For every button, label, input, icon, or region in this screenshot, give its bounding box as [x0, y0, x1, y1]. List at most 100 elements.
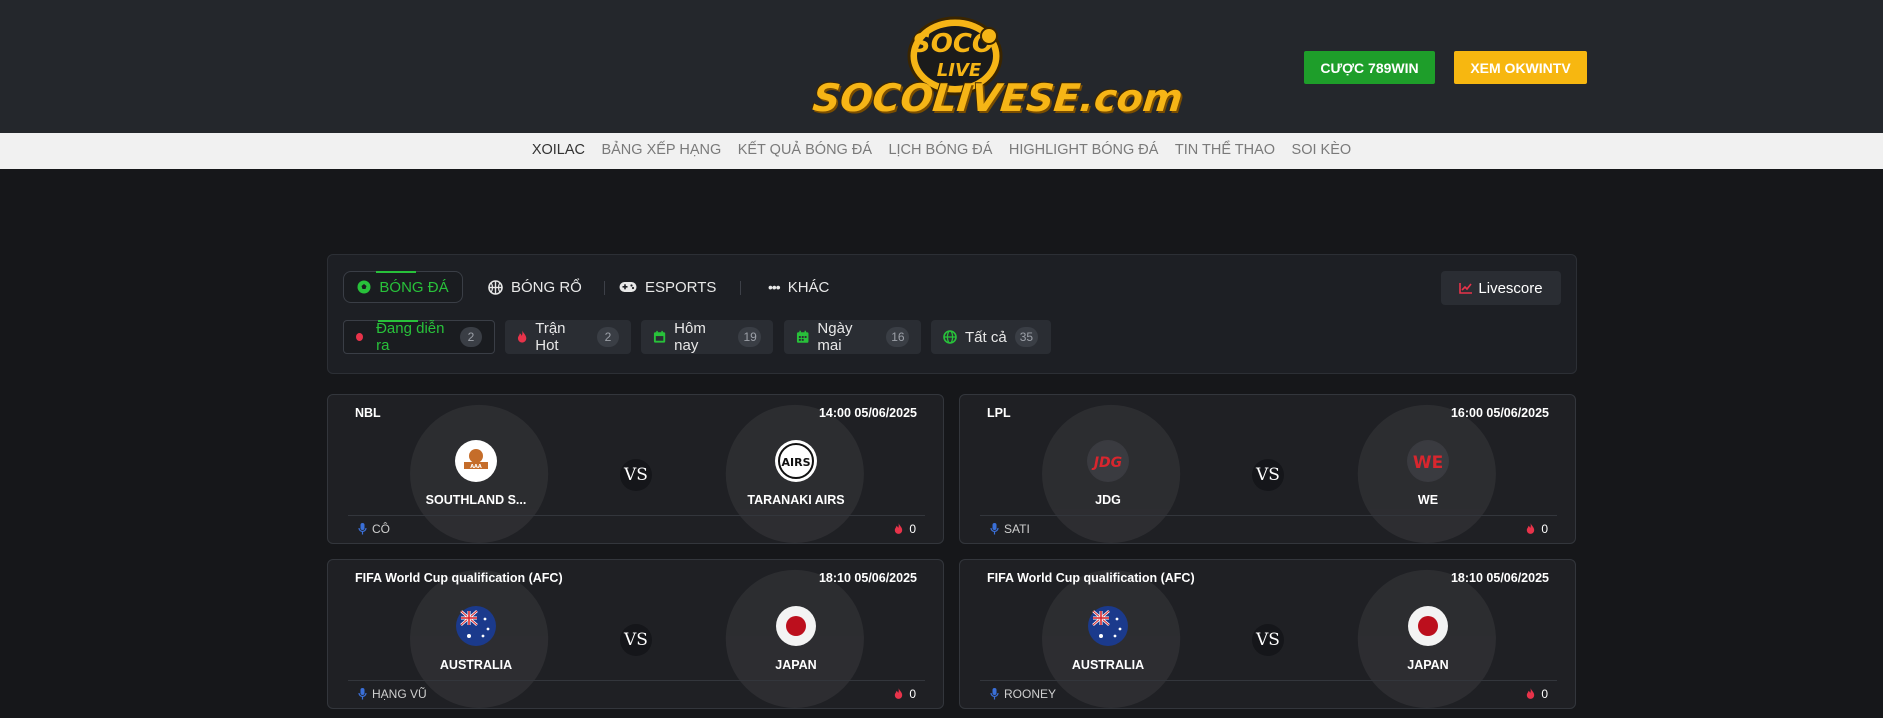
commentator-name: ROONEY	[1004, 687, 1057, 701]
jdg-logo-text: JDG	[1091, 455, 1122, 471]
nav-item-sports-news[interactable]: TIN THỂ THAO	[1175, 133, 1275, 168]
microphone-icon	[358, 523, 367, 535]
match-filter-panel: BÓNG ĐÁ BÓNG RỔ ESPORTS ••• KHÁC Livesco…	[327, 254, 1577, 374]
nav-item-xoilac[interactable]: XOILAC	[532, 133, 585, 168]
match-time: 18:10 05/06/2025	[1450, 571, 1549, 585]
match-card[interactable]: NBL 14:00 05/06/2025 AAA AIRS SOUTHLAND …	[327, 394, 944, 544]
commentator-name: SATI	[1004, 522, 1030, 536]
filter-today[interactable]: Hôm nay 19	[641, 320, 773, 354]
taranaki-logo-text: AIRS	[782, 456, 811, 469]
card-footer: CÔ 0	[348, 515, 925, 539]
fire-icon	[895, 688, 903, 699]
filter-tomorrow-label: Ngày mai	[817, 320, 853, 354]
match-card[interactable]: FIFA World Cup qualification (AFC) 18:10…	[327, 559, 944, 709]
match-time: 16:00 05/06/2025	[1450, 406, 1549, 420]
australia-flag-icon	[1087, 605, 1129, 647]
match-card[interactable]: FIFA World Cup qualification (AFC) 18:10…	[959, 559, 1576, 709]
filter-hot-label: Trận Hot	[535, 320, 566, 354]
fire-icon	[1527, 688, 1535, 699]
livescore-button[interactable]: Livescore	[1441, 271, 1561, 305]
home-team-name: AUSTRALIA	[439, 658, 513, 672]
viewer-count: 0	[894, 687, 916, 701]
match-time: 14:00 05/06/2025	[818, 406, 917, 420]
commentator: CÔ	[358, 522, 390, 536]
more-dots-icon: •••	[768, 279, 781, 295]
calendar-icon	[653, 330, 666, 343]
filter-live-count: 2	[460, 327, 482, 347]
home-team-name: JDG	[1095, 493, 1121, 507]
tab-other[interactable]: ••• KHÁC	[768, 271, 829, 303]
commentator-name: HẠNG VŨ	[372, 687, 427, 701]
site-header: SOCO LIVE SOCOLIVESE.com CƯỢC 789WIN XEM…	[0, 0, 1883, 133]
tab-esports[interactable]: ESPORTS	[619, 271, 716, 303]
watch-okwintv-button[interactable]: XEM OKWINTV	[1454, 51, 1587, 84]
filter-live[interactable]: Đang diễn ra 2	[343, 320, 495, 354]
commentator: ROONEY	[990, 687, 1056, 701]
viewer-count-value: 0	[1541, 522, 1548, 536]
bet-789win-button[interactable]: CƯỢC 789WIN	[1304, 51, 1435, 84]
league-name: FIFA World Cup qualification (AFC)	[355, 571, 563, 585]
tab-basketball-label: BÓNG RỔ	[511, 278, 582, 296]
vs-badge: VS	[1252, 624, 1284, 656]
filter-hot[interactable]: Trận Hot 2	[505, 320, 631, 354]
filter-all-count: 35	[1014, 327, 1039, 347]
vs-badge: VS	[620, 459, 652, 491]
viewer-count-value: 0	[909, 522, 916, 536]
commentator: HẠNG VŨ	[358, 687, 427, 701]
vs-badge: VS	[620, 624, 652, 656]
filter-tomorrow[interactable]: Ngày mai 16	[784, 320, 921, 354]
away-team-name: TARANAKI AIRS	[747, 493, 845, 507]
nav-item-schedule[interactable]: LỊCH BÓNG ĐÁ	[888, 133, 992, 168]
tab-football-label: BÓNG ĐÁ	[379, 278, 449, 296]
league-name: FIFA World Cup qualification (AFC)	[987, 571, 1195, 585]
fire-icon	[895, 523, 903, 534]
match-time: 18:10 05/06/2025	[818, 571, 917, 585]
tab-basketball[interactable]: BÓNG RỔ	[488, 271, 582, 303]
main-nav: XOILAC BẢNG XẾP HẠNG KẾT QUẢ BÓNG ĐÁ LỊC…	[0, 133, 1883, 169]
fire-icon	[517, 330, 527, 343]
viewer-count: 0	[1526, 687, 1548, 701]
microphone-icon	[990, 688, 999, 700]
nav-item-predictions[interactable]: SOI KÈO	[1292, 133, 1352, 168]
league-name: NBL	[355, 406, 381, 420]
team-logo-away: WE	[1407, 440, 1449, 482]
microphone-icon	[358, 688, 367, 700]
away-team-name: JAPAN	[1407, 658, 1449, 672]
site-logo[interactable]: SOCO LIVE SOCOLIVESE.com	[805, 14, 1185, 122]
card-footer: SATI 0	[980, 515, 1557, 539]
team-logo-away: AIRS	[775, 440, 817, 482]
calendar-icon	[796, 330, 809, 343]
tab-esports-label: ESPORTS	[645, 278, 717, 296]
viewer-count-value: 0	[909, 687, 916, 701]
card-footer: ROONEY 0	[980, 680, 1557, 704]
gamepad-icon	[619, 282, 637, 292]
away-team-name: WE	[1417, 493, 1439, 507]
logo-wordmark: SOCOLIVESE.com	[810, 76, 1185, 120]
league-name: LPL	[987, 406, 1011, 420]
home-team-name: AUSTRALIA	[1071, 658, 1145, 672]
match-card[interactable]: LPL 16:00 05/06/2025 JDG WE JDG WE VS SA…	[959, 394, 1576, 544]
vs-badge: VS	[1252, 459, 1284, 491]
commentator: SATI	[990, 522, 1030, 536]
fire-icon	[1527, 523, 1535, 534]
nav-item-standings[interactable]: BẢNG XẾP HẠNG	[601, 133, 721, 168]
commentator-name: CÔ	[372, 522, 390, 536]
japan-flag-icon	[1407, 605, 1449, 647]
globe-icon	[943, 330, 957, 344]
chart-icon	[1459, 283, 1473, 294]
nav-item-results[interactable]: KẾT QUẢ BÓNG ĐÁ	[738, 133, 872, 168]
microphone-icon	[990, 523, 999, 535]
we-logo-text: WE	[1413, 453, 1443, 473]
filter-tomorrow-count: 16	[886, 327, 909, 347]
filter-all[interactable]: Tất cả 35	[931, 320, 1051, 354]
tab-football[interactable]: BÓNG ĐÁ	[343, 271, 463, 303]
nav-item-highlight[interactable]: HIGHLIGHT BÓNG ĐÁ	[1009, 133, 1159, 168]
tab-divider	[740, 281, 741, 295]
filter-today-label: Hôm nay	[674, 320, 706, 354]
viewer-count: 0	[1526, 522, 1548, 536]
australia-flag-icon	[455, 605, 497, 647]
basketball-icon	[488, 279, 503, 295]
viewer-count-value: 0	[1541, 687, 1548, 701]
filter-live-label: Đang diễn ra	[376, 320, 445, 354]
away-team-name: JAPAN	[775, 658, 817, 672]
